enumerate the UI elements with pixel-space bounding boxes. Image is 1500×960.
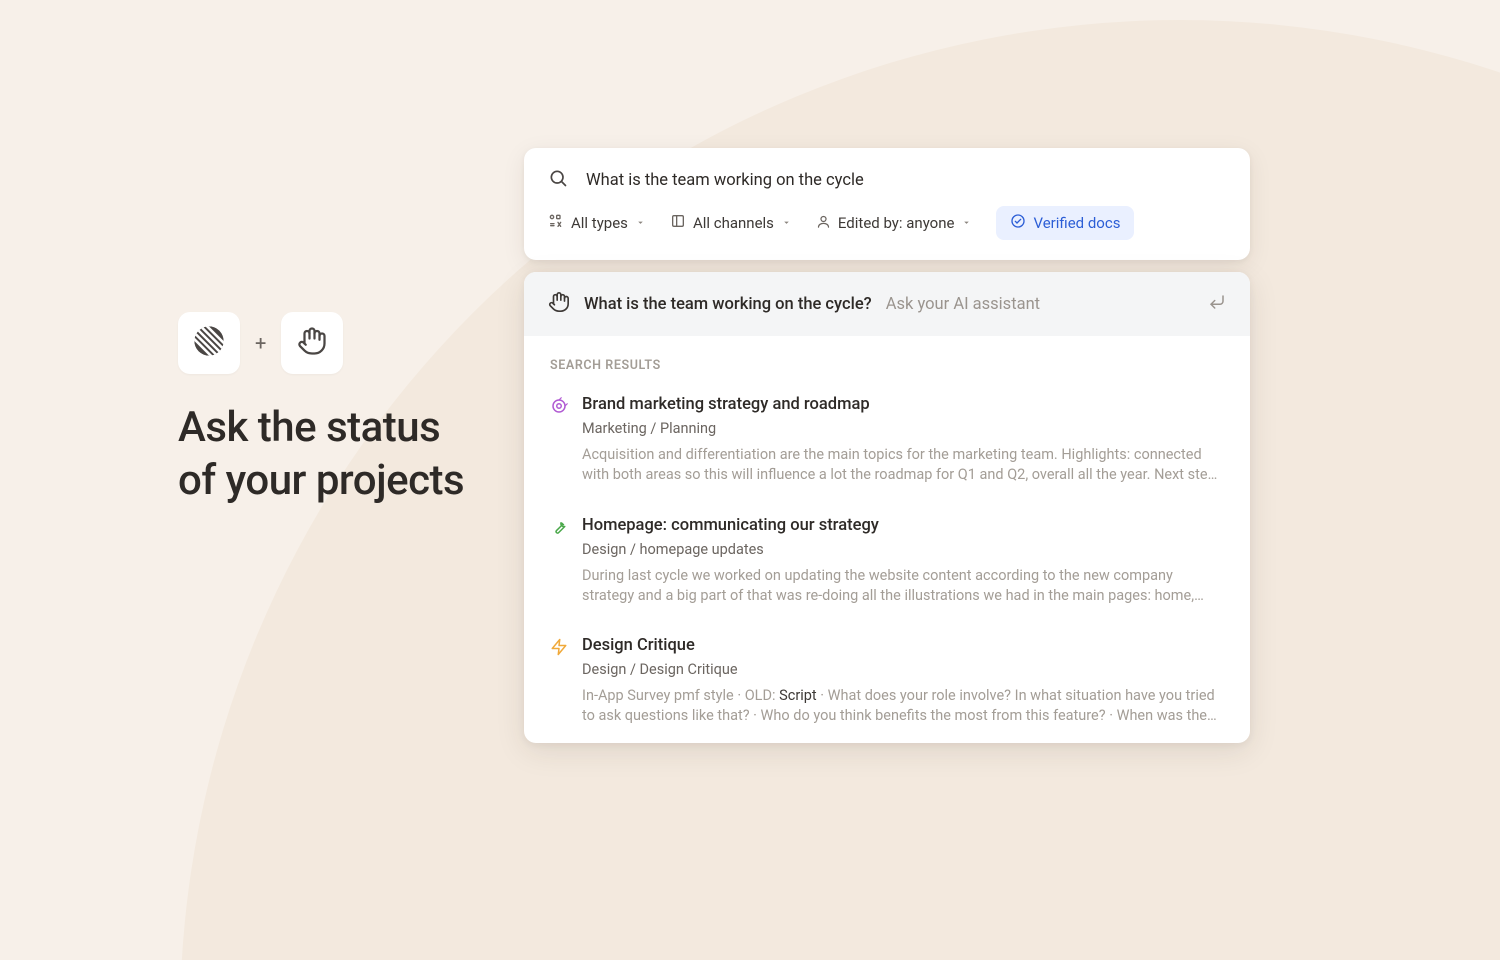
result-item[interactable]: Brand marketing strategy and roadmap Mar… (524, 381, 1250, 502)
verified-icon (1010, 213, 1026, 233)
result-path: Marketing / Planning (582, 420, 1224, 437)
filter-verified-label: Verified docs (1033, 214, 1120, 232)
result-item[interactable]: Design Critique Design / Design Critique… (524, 622, 1250, 743)
hero-headline: Ask the status of your projects (178, 402, 464, 507)
filter-all-channels[interactable]: All channels (670, 213, 792, 233)
filter-verified-docs[interactable]: Verified docs (996, 206, 1134, 240)
result-path: Design / homepage updates (582, 541, 1224, 558)
result-title: Homepage: communicating our strategy (582, 516, 1224, 535)
target-icon (550, 397, 568, 417)
plus-separator: + (255, 331, 266, 355)
result-title: Design Critique (582, 636, 1224, 655)
result-item[interactable]: Homepage: communicating our strategy Des… (524, 502, 1250, 623)
search-query-text: What is the team working on the cycle (586, 171, 1226, 190)
results-card: What is the team working on the cycle? A… (524, 272, 1250, 743)
result-snippet: During last cycle we worked on updating … (582, 566, 1224, 607)
chevron-down-icon (961, 214, 972, 232)
person-icon (816, 214, 831, 233)
wrench-icon (550, 518, 568, 538)
hand-logo-chip (281, 312, 343, 374)
result-title: Brand marketing strategy and roadmap (582, 395, 1224, 414)
hero-icon-row: + (178, 312, 464, 374)
result-snippet: In-App Survey pmf style · OLD: Script · … (582, 686, 1224, 727)
filter-types-label: All types (571, 214, 628, 232)
hero-headline-line2: of your projects (178, 455, 464, 508)
enter-icon (1208, 293, 1226, 315)
search-input-row[interactable]: What is the team working on the cycle (524, 148, 1250, 206)
filter-channels-label: All channels (693, 214, 774, 232)
hero-section: + Ask the status of your projects (178, 312, 464, 507)
channels-icon (670, 213, 686, 233)
ask-hint-text: Ask your AI assistant (886, 295, 1040, 314)
hand-icon (297, 326, 327, 360)
ask-question-text: What is the team working on the cycle? (584, 295, 872, 314)
result-body: Brand marketing strategy and roadmap Mar… (582, 395, 1224, 486)
hero-headline-line1: Ask the status (178, 402, 464, 455)
search-icon (548, 168, 568, 192)
filter-all-types[interactable]: All types (548, 213, 646, 233)
bolt-icon (550, 638, 568, 658)
result-body: Design Critique Design / Design Critique… (582, 636, 1224, 727)
chevron-down-icon (635, 214, 646, 232)
ask-ai-bar[interactable]: What is the team working on the cycle? A… (524, 272, 1250, 336)
search-card: What is the team working on the cycle Al… (524, 148, 1250, 260)
result-path: Design / Design Critique (582, 661, 1224, 678)
filters-row: All types All channels Edited by: anyone (524, 206, 1250, 260)
chevron-down-icon (781, 214, 792, 232)
types-icon (548, 213, 564, 233)
linear-logo-chip (178, 312, 240, 374)
result-body: Homepage: communicating our strategy Des… (582, 516, 1224, 607)
linear-logo-icon (193, 325, 225, 361)
filter-edited-label: Edited by: anyone (838, 214, 955, 232)
hand-icon (548, 291, 570, 317)
search-results-label: SEARCH RESULTS (524, 336, 1250, 381)
filter-edited-by[interactable]: Edited by: anyone (816, 214, 973, 233)
search-panel: What is the team working on the cycle Al… (524, 148, 1250, 743)
result-snippet: Acquisition and differentiation are the … (582, 445, 1224, 486)
